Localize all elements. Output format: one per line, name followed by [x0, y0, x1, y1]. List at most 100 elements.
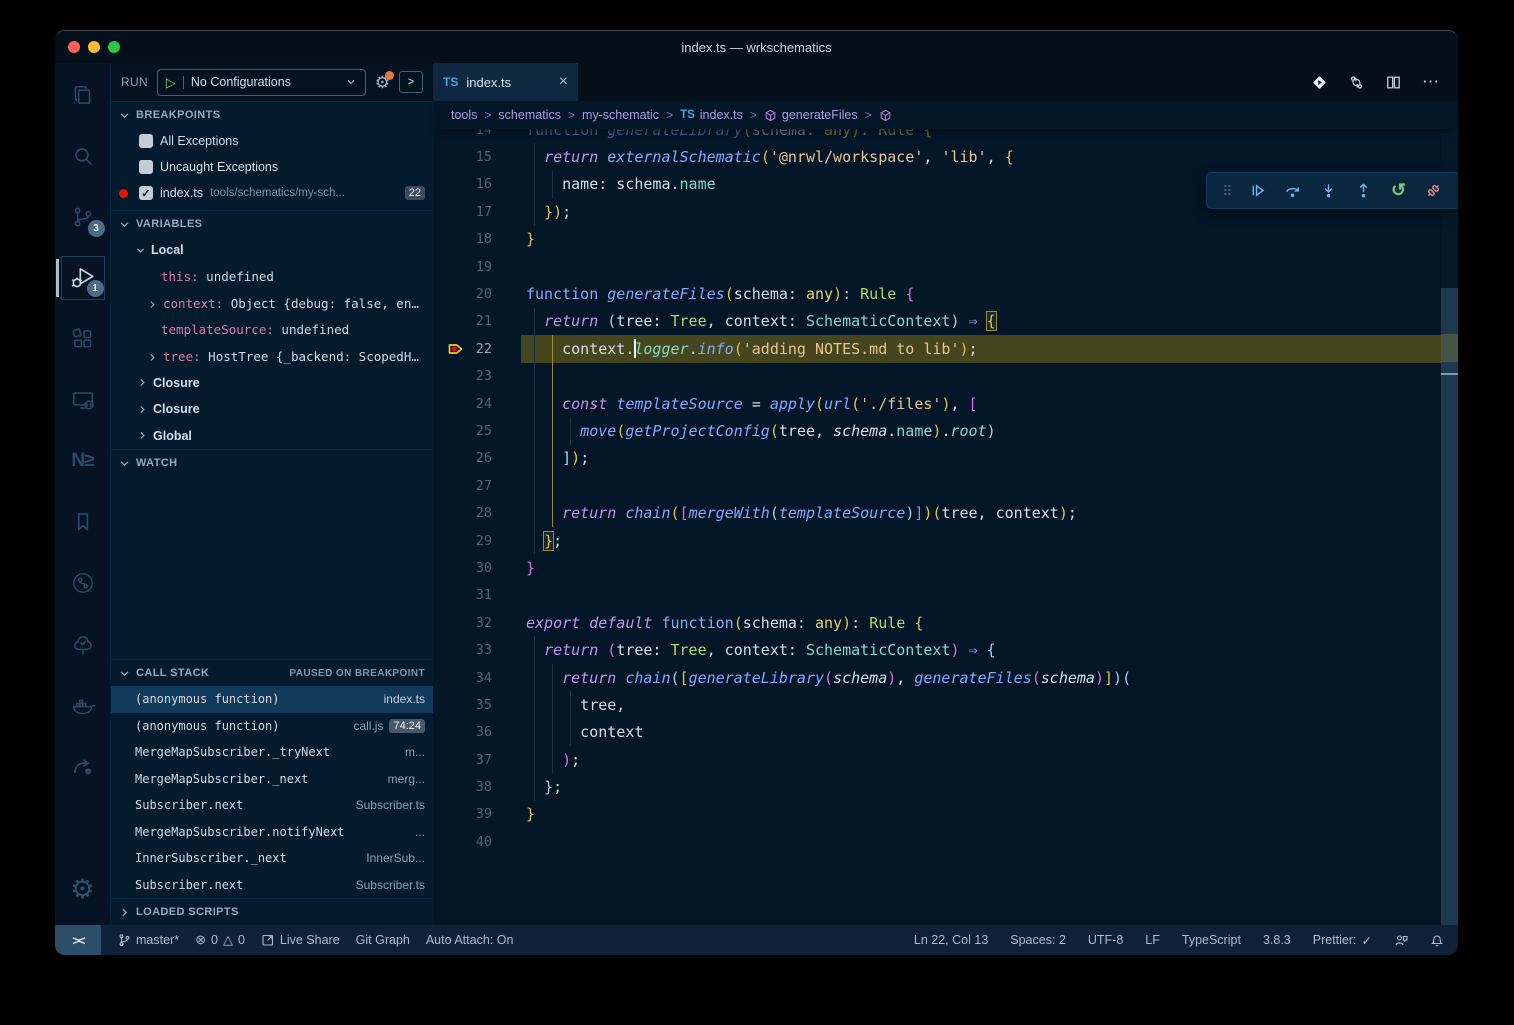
breakpoint-row[interactable]: Uncaught Exceptions	[111, 154, 433, 180]
code-line-25[interactable]: 25 move(getProjectConfig(tree, schema.na…	[433, 417, 1458, 444]
line-number[interactable]: 17	[433, 204, 521, 220]
variable-row[interactable]: this: undefined	[111, 264, 433, 291]
activity-item-nx-console[interactable]: N≥	[61, 439, 105, 483]
call-stack-frame[interactable]: Subscriber.nextSubscriber.ts	[111, 872, 433, 899]
chevron-right-icon[interactable]	[147, 298, 158, 309]
code-area[interactable]: 14function generateLibrary(schema: any):…	[433, 129, 1458, 925]
run-diamond-icon[interactable]	[1311, 74, 1328, 91]
line-number[interactable]: 29	[433, 533, 521, 549]
code-line-28[interactable]: 28 return chain([mergeWith(templateSourc…	[433, 499, 1458, 526]
step-into-icon[interactable]	[1318, 181, 1338, 201]
breakpoint-checkbox[interactable]	[139, 160, 153, 174]
code-line-34[interactable]: 34 return chain([generateLibrary(schema)…	[433, 664, 1458, 691]
line-number[interactable]: 19	[433, 259, 521, 275]
code-line-32[interactable]: 32export default function(schema: any): …	[433, 609, 1458, 636]
line-number[interactable]: 40	[433, 834, 521, 850]
settings-gear-icon[interactable]: ⚙	[61, 867, 105, 911]
launch-configuration-dropdown[interactable]: ▷ No Configurations	[157, 69, 366, 96]
breadcrumb-item[interactable]	[879, 109, 897, 122]
auto-attach-item[interactable]: Auto Attach: On	[426, 933, 514, 947]
notifications-item[interactable]	[1430, 933, 1444, 947]
split-editor-icon[interactable]	[1385, 74, 1402, 91]
loaded-scripts-section-header[interactable]: LOADED SCRIPTS	[111, 898, 433, 925]
code-line-26[interactable]: 26 ]);	[433, 445, 1458, 472]
activity-item-remote-explorer[interactable]	[61, 378, 105, 422]
line-number[interactable]: 33	[433, 642, 521, 658]
code-line-33[interactable]: 33 return (tree: Tree, context: Schemati…	[433, 636, 1458, 663]
line-number[interactable]: 15	[433, 149, 521, 165]
open-changes-icon[interactable]	[1348, 74, 1365, 91]
line-number[interactable]: 22	[433, 341, 521, 357]
breakpoints-section-header[interactable]: BREAKPOINTS	[111, 101, 433, 128]
code-line-27[interactable]: 27	[433, 472, 1458, 499]
code-line-18[interactable]: 18}	[433, 226, 1458, 253]
breadcrumb-item[interactable]: generateFiles	[764, 108, 858, 122]
activity-item-search[interactable]	[61, 134, 105, 178]
line-number[interactable]: 31	[433, 587, 521, 603]
line-number[interactable]: 32	[433, 615, 521, 631]
line-number[interactable]: 14	[433, 129, 521, 138]
code-line-24[interactable]: 24 const templateSource = apply(url('./f…	[433, 390, 1458, 417]
call-stack-frame[interactable]: (anonymous function)call.js74:24	[111, 713, 433, 740]
call-stack-frame[interactable]: MergeMapSubscriber._nextmerg...	[111, 766, 433, 793]
activity-item-run-debug[interactable]: 1	[61, 256, 105, 300]
chevron-right-icon[interactable]	[137, 404, 148, 415]
line-number[interactable]: 21	[433, 313, 521, 329]
code-line-19[interactable]: 19	[433, 253, 1458, 280]
language-item[interactable]: TypeScript	[1182, 933, 1241, 947]
code-line-40[interactable]: 40	[433, 828, 1458, 855]
line-number[interactable]: 34	[433, 670, 521, 686]
code-line-20[interactable]: 20function generateFiles(schema: any): R…	[433, 280, 1458, 307]
code-line-21[interactable]: 21 return (tree: Tree, context: Schemati…	[433, 308, 1458, 335]
code-line-35[interactable]: 35 tree,	[433, 691, 1458, 718]
git-branch-item[interactable]: master*	[117, 933, 179, 947]
variable-row[interactable]: context: Object {debug: false, en…	[111, 290, 433, 317]
line-number[interactable]: 37	[433, 752, 521, 768]
activity-item-explorer[interactable]	[61, 73, 105, 117]
breakpoint-checkbox[interactable]	[139, 134, 153, 148]
call-stack-frame[interactable]: MergeMapSubscriber.notifyNext...	[111, 819, 433, 846]
code-line-38[interactable]: 38 };	[433, 773, 1458, 800]
chevron-right-icon[interactable]	[137, 377, 148, 388]
activity-item-docker[interactable]	[61, 683, 105, 727]
breakpoint-row[interactable]: index.tstools/schematics/my-sch...22	[111, 180, 433, 206]
activity-item-extensions[interactable]	[61, 317, 105, 361]
line-number[interactable]: 16	[433, 176, 521, 192]
line-number[interactable]: 26	[433, 450, 521, 466]
debug-settings-gear-icon[interactable]: ⚙	[375, 74, 390, 91]
line-number[interactable]: 38	[433, 779, 521, 795]
code-line-39[interactable]: 39}	[433, 801, 1458, 828]
code-line-29[interactable]: 29 };	[433, 527, 1458, 554]
code-line-31[interactable]: 31	[433, 582, 1458, 609]
line-number[interactable]: 23	[433, 368, 521, 384]
line-number[interactable]: 28	[433, 505, 521, 521]
activity-item-testing[interactable]	[61, 622, 105, 666]
more-actions-icon[interactable]: ⋯	[1422, 72, 1440, 92]
tab-index-ts[interactable]: TS index.ts ×	[433, 63, 578, 101]
debug-console-icon[interactable]: >	[399, 71, 423, 93]
indentation-item[interactable]: Spaces: 2	[1010, 933, 1066, 947]
restart-icon[interactable]: ↺	[1388, 181, 1408, 201]
scrollbar-thumb[interactable]	[1441, 288, 1458, 925]
call-stack-section-header[interactable]: CALL STACK PAUSED ON BREAKPOINT	[111, 659, 433, 686]
start-debug-icon[interactable]: ▷	[166, 76, 184, 89]
git-graph-item[interactable]: Git Graph	[356, 933, 410, 947]
activity-item-source-control[interactable]: 3	[61, 195, 105, 239]
breakpoint-row[interactable]: All Exceptions	[111, 128, 433, 154]
feedback-item[interactable]	[1394, 933, 1408, 947]
encoding-item[interactable]: UTF-8	[1088, 933, 1123, 947]
chevron-right-icon[interactable]	[147, 351, 158, 362]
breadcrumb-item[interactable]: tools	[451, 108, 477, 122]
variable-row-group[interactable]: Closure	[111, 370, 433, 397]
eol-item[interactable]: LF	[1145, 933, 1160, 947]
code-line-22[interactable]: 22 context.logger.info('adding NOTES.md …	[433, 335, 1458, 362]
line-number[interactable]: 20	[433, 286, 521, 302]
line-number[interactable]: 27	[433, 478, 521, 494]
continue-icon[interactable]	[1248, 181, 1268, 201]
chevron-right-icon[interactable]	[137, 430, 148, 441]
code-line-14[interactable]: 14function generateLibrary(schema: any):…	[433, 129, 1458, 143]
variables-section-header[interactable]: VARIABLES	[111, 210, 433, 237]
activity-item-share[interactable]	[61, 744, 105, 788]
step-over-icon[interactable]	[1283, 181, 1303, 201]
call-stack-frame[interactable]: Subscriber.nextSubscriber.ts	[111, 792, 433, 819]
